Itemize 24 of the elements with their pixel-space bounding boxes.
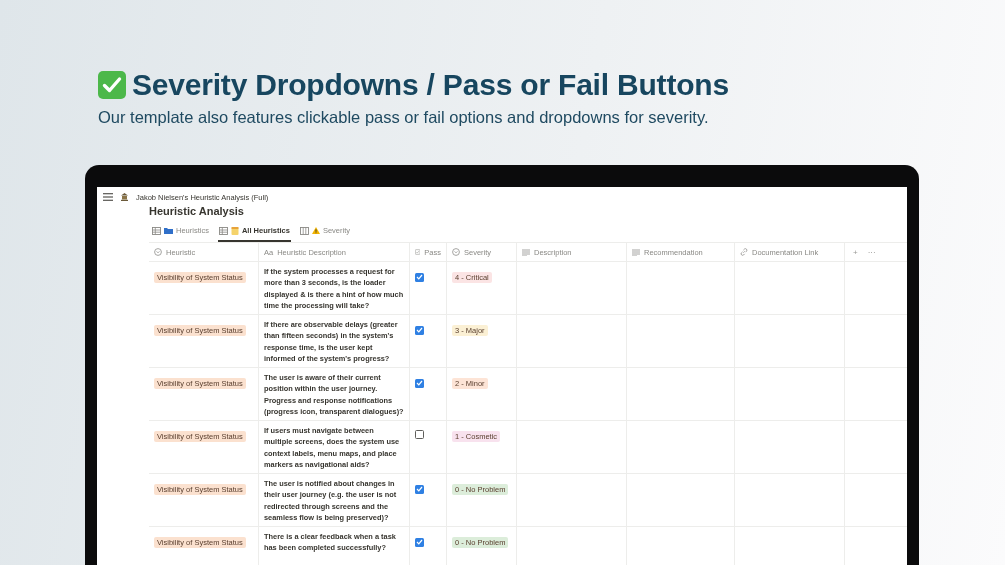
building-icon: [121, 193, 128, 201]
pass-checkbox[interactable]: [415, 537, 424, 547]
table-icon: [152, 226, 161, 235]
pass-checkbox[interactable]: [415, 484, 424, 494]
lines-icon: [632, 248, 640, 256]
menu-icon[interactable]: [103, 193, 113, 201]
check-mark-icon: [98, 71, 126, 99]
pass-checkbox[interactable]: [415, 378, 424, 388]
lines-icon: [522, 248, 530, 256]
notepad-icon: [230, 226, 239, 235]
page-title: Heuristic Analysis: [149, 205, 245, 217]
warning-icon: [311, 227, 320, 234]
link-icon: [740, 248, 748, 256]
pass-checkbox[interactable]: [415, 430, 424, 439]
checkbox-icon: [415, 248, 421, 256]
board-icon: [299, 226, 309, 235]
hero-title: Severity Dropdowns / Pass or Fail Buttons: [132, 68, 729, 102]
hero-subtitle: Our template also features clickable pass or fail options and dropdowns for severity.: [98, 108, 710, 127]
select-icon: [452, 248, 460, 256]
pass-checkbox[interactable]: [415, 325, 424, 335]
pass-checkbox[interactable]: [415, 272, 424, 282]
folder-icon: [164, 227, 173, 234]
select-icon: [154, 248, 162, 256]
table-icon: [218, 226, 228, 235]
